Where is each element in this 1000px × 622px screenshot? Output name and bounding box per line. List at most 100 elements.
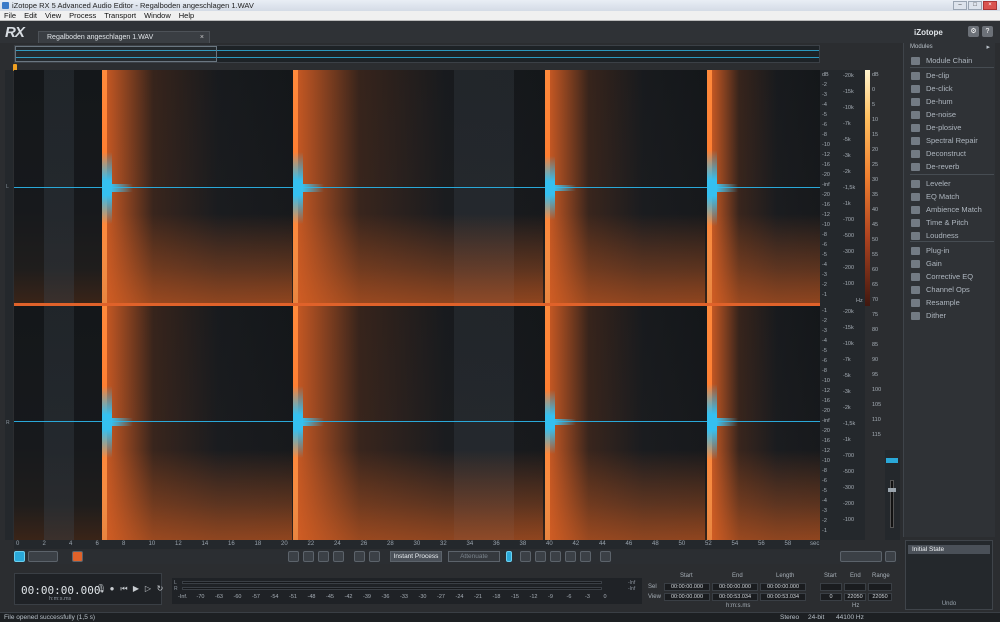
maximize-button[interactable]: □: [968, 1, 982, 10]
zoom-in-icon[interactable]: [288, 551, 299, 562]
brush-tool-icon[interactable]: [580, 551, 591, 562]
settings-button[interactable]: ⚙: [968, 26, 979, 37]
file-tab[interactable]: Regalboden angeschlagen 1.WAV ×: [38, 31, 210, 43]
meter-tick: -45: [326, 594, 334, 600]
module-eq-match[interactable]: EQ Match: [910, 191, 994, 203]
microphone-icon[interactable]: 🎙: [96, 585, 106, 593]
menu-transport[interactable]: Transport: [104, 11, 136, 20]
spectrogram-toggle-icon[interactable]: [72, 551, 83, 562]
magic-wand-icon[interactable]: [565, 551, 576, 562]
view-length-field[interactable]: 00:00:53.034: [760, 593, 806, 601]
de-hum-icon: [911, 98, 920, 106]
scale-toggle[interactable]: [886, 458, 898, 463]
overview-view-region[interactable]: [15, 46, 217, 62]
zoom-selection-icon[interactable]: [318, 551, 329, 562]
module-ambience-match[interactable]: Ambience Match: [910, 204, 994, 216]
menu-edit[interactable]: Edit: [24, 11, 37, 20]
hand-tool-icon[interactable]: [369, 551, 380, 562]
ruler-tick: 2: [42, 541, 46, 547]
time-frequency-selection-icon[interactable]: [535, 551, 546, 562]
skip-back-icon[interactable]: ⏮: [120, 585, 128, 593]
module-time-pitch[interactable]: Time & Pitch: [910, 217, 994, 229]
db-tick: -2: [822, 518, 827, 524]
db-tick: -8: [822, 232, 827, 238]
view-end-field[interactable]: 00:00:53.034: [712, 593, 758, 601]
db-tick: -16: [822, 438, 830, 444]
waveform-toggle-icon[interactable]: [14, 551, 25, 562]
menu-help[interactable]: Help: [179, 11, 194, 20]
module-dither[interactable]: Dither: [910, 310, 994, 322]
view-freq-end-field[interactable]: 22050: [844, 593, 866, 601]
menu-process[interactable]: Process: [69, 11, 96, 20]
spectrogram-channel-right: [14, 306, 820, 540]
waveform-overview[interactable]: [14, 45, 820, 63]
spectrogram-blend-slider[interactable]: [28, 551, 58, 562]
play-icon[interactable]: ▶: [132, 585, 140, 593]
module-de-hum[interactable]: De-hum: [910, 96, 994, 108]
db-tick: -12: [822, 388, 830, 394]
module-resample[interactable]: Resample: [910, 297, 994, 309]
sel-freq-end-field[interactable]: [844, 583, 866, 591]
db-tick: -16: [822, 398, 830, 404]
color-scale-tick: 10: [872, 117, 879, 123]
meter-tick: -12: [529, 594, 538, 600]
time-ruler[interactable]: 0 2 4 6 8 10 12 14 16 18 20 22 24 26 28 30 32 34 36 38 40 42 4…: [14, 540, 820, 549]
module-label: De-reverb: [926, 162, 960, 171]
menu-window[interactable]: Window: [144, 11, 171, 20]
frequency-selection-icon[interactable]: [520, 551, 531, 562]
module-gain[interactable]: Gain: [910, 258, 994, 270]
amplitude-zoom-handle[interactable]: [888, 488, 896, 492]
db-tick: -4: [822, 262, 827, 268]
meter-tick: -6: [566, 594, 572, 600]
close-window-button[interactable]: ×: [983, 1, 997, 10]
module-module-chain[interactable]: Module Chain: [910, 55, 994, 67]
db-tick: -2: [822, 318, 827, 324]
sel-length-field[interactable]: 00:00:00.000: [760, 583, 806, 591]
sel-start-field[interactable]: 00:00:00.000: [664, 583, 710, 591]
spectrogram-display[interactable]: [14, 70, 820, 540]
menu-view[interactable]: View: [45, 11, 61, 20]
view-freq-start-field[interactable]: 0: [820, 593, 842, 601]
view-freq-range-field[interactable]: 22050: [868, 593, 892, 601]
record-icon[interactable]: ●: [108, 585, 116, 593]
zoom-out-icon[interactable]: [303, 551, 314, 562]
lasso-tool-icon[interactable]: [550, 551, 561, 562]
loop-icon[interactable]: ↻: [156, 585, 164, 593]
module-channel-ops[interactable]: Channel Ops: [910, 284, 994, 296]
module-de-click[interactable]: De-click: [910, 83, 994, 95]
horizontal-zoom-slider[interactable]: [840, 551, 882, 562]
zoom-fit-icon[interactable]: [333, 551, 344, 562]
sel-end-field[interactable]: 00:00:00.000: [712, 583, 758, 591]
sel-freq-start-field[interactable]: [820, 583, 842, 591]
help-button[interactable]: ?: [982, 26, 993, 37]
instant-process-button[interactable]: Instant Process: [390, 551, 442, 562]
module-leveler[interactable]: Leveler: [910, 178, 994, 190]
module-de-clip[interactable]: De-clip: [910, 70, 994, 82]
meter-tick: -42: [344, 594, 353, 600]
close-tab-icon[interactable]: ×: [200, 32, 204, 43]
module-spectral-repair[interactable]: Spectral Repair: [910, 135, 994, 147]
time-selection-icon[interactable]: [506, 551, 512, 562]
leveler-icon: [911, 180, 920, 188]
harmonic-selection-icon[interactable]: [600, 551, 611, 562]
minimize-button[interactable]: –: [953, 1, 967, 10]
module-de-reverb[interactable]: De-reverb: [910, 161, 994, 173]
ruler-tick: 12: [175, 541, 182, 547]
module-de-noise[interactable]: De-noise: [910, 109, 994, 121]
play-selection-icon[interactable]: ▷: [144, 585, 152, 593]
menu-file[interactable]: File: [4, 11, 16, 20]
history-item-initial-state[interactable]: Initial State: [908, 545, 990, 554]
color-scale-tick: 85: [872, 342, 879, 348]
module-corrective-eq[interactable]: Corrective EQ: [910, 271, 994, 283]
horizontal-zoom-icon[interactable]: [885, 551, 896, 562]
module-plug-in[interactable]: Plug-in: [910, 245, 994, 257]
module-de-plosive[interactable]: De-plosive: [910, 122, 994, 134]
sel-freq-range-field[interactable]: [868, 583, 892, 591]
zoom-tool-icon[interactable]: [354, 551, 365, 562]
modules-expand-icon[interactable]: ▸: [986, 43, 990, 51]
db-tick: -6: [822, 358, 827, 364]
module-deconstruct[interactable]: Deconstruct: [910, 148, 994, 160]
view-start-field[interactable]: 00:00:00.000: [664, 593, 710, 601]
instant-process-mode-select[interactable]: Attenuate: [448, 551, 500, 562]
frequency-scale[interactable]: dB -2 -3 -4 -5 -6 -8 -10 -12 -16 -20 -inf -20 -16 -12 -…: [820, 70, 865, 540]
